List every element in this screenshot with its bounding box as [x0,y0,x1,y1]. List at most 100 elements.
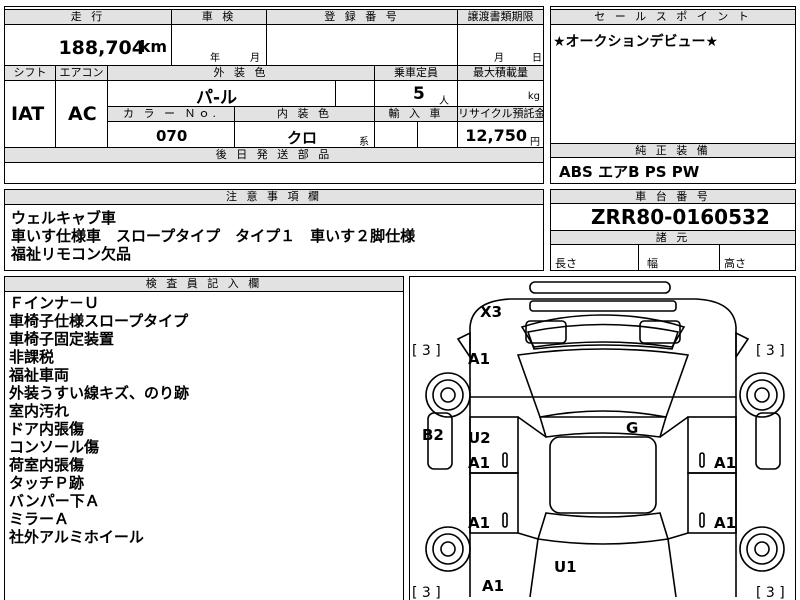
interior-color-header: 内 装 色 [234,106,375,122]
inspector-lines: Ｆインナ－Ｕ 車椅子仕様スロープタイプ 車椅子固定装置 非課税 福祉車両 外装う… [9,294,189,546]
import-sub-cell [417,121,458,148]
inspector-line: 福祉車両 [9,366,70,384]
front-left-wheel-icon [425,372,471,418]
interior-color-value: クロ [287,129,318,147]
notes-header: 注 意 事 項 欄 [4,189,544,205]
aircon-header: エアコン [55,65,108,81]
recycle-header: リサイクル預託金 [457,106,544,122]
equipment-box: 純 正 装 備 ABS エアB PS PW [550,143,796,184]
inspection-cell: 年 月 [171,24,267,66]
mark-x3: X3 [480,303,502,321]
tire-mark-front-right: [ 3 ] [756,343,785,359]
mark-a1-left-rear-door: A1 [468,514,490,532]
exterior-color-cell: パ-ル [107,80,336,107]
width-label: 幅 [647,257,658,270]
car-diagram: X3 A1 B2 U2 A1 A1 A1 G A1 A1 U1 [ 3 ] [ … [412,281,785,600]
shift-cell: IAT [4,80,56,148]
registration-header: 登 録 番 号 [266,9,458,25]
transfer-month-label: 月 [494,53,504,64]
roof-outline [516,348,690,418]
color-no-cell: 070 [107,121,235,148]
aircon-cell: AC [55,80,108,148]
shift-header: シフト [4,65,56,81]
front-body-outline [469,298,737,398]
notes-line: 福祉リモコン欠品 [11,245,132,263]
length-label: 長さ [555,257,577,270]
mark-a1-front-left: A1 [468,350,490,368]
max-load-unit: kg [527,91,540,102]
inspector-line: 外装うすい線キズ、のり跡 [9,384,190,402]
exterior-color-sub-cell [335,80,375,107]
exterior-color-value: パ-ル [196,88,238,107]
capacity-unit: 人 [439,96,449,107]
vehicle-info-table: 走 行 車 検 登 録 番 号 譲渡書類期限 188,704 km 年 月 月 … [4,6,544,184]
interior-color-suffix: 系 [359,137,369,148]
sales-point-header: セ ー ル ス ポ イ ン ト [550,9,796,25]
tire-mark-front-left: [ 3 ] [412,343,441,359]
mileage-cell: 188,704 km [4,24,172,66]
rear-window-outline [536,512,670,545]
mark-a1-left-front-door: A1 [468,454,490,472]
sales-point-text: ★オークションデビュー★ [553,34,719,50]
front-right-wheel-icon [739,372,785,418]
recycle-unit: 円 [530,137,540,148]
mark-a1-right-front-door: A1 [714,454,736,472]
mark-u1: U1 [554,558,577,576]
mileage-header: 走 行 [4,9,172,25]
import-header: 輸 入 車 [374,106,458,122]
inspector-line: 車椅子仕様スロープタイプ [9,312,189,330]
aircon-value: AC [68,103,97,125]
chassis-box: 車 台 番 号 ZRR80-0160532 諸 元 長さ 幅 高さ [550,189,796,271]
mark-g: G [626,419,638,437]
inspection-month-label: 月 [250,53,260,64]
rear-left-wheel-icon [425,526,471,572]
recycle-value: 12,750 [465,126,527,145]
transfer-day-label: 日 [532,53,542,64]
inspection-header: 車 検 [171,9,267,25]
interior-color-cell: クロ 系 [234,121,375,148]
recycle-cell: 12,750 円 [457,121,544,148]
inspection-year-label: 年 [210,53,220,64]
later-parts-cell [4,162,544,184]
right-fender-outline [755,412,781,470]
capacity-header: 乗車定員 [374,65,458,81]
inspector-line: 室内汚れ [9,402,70,420]
tire-mark-rear-right: [ 3 ] [756,585,785,600]
notes-line: ウェルキャブ車 [11,209,117,227]
front-window-outline [538,410,668,438]
length-cell: 長さ [550,244,639,271]
inspector-line: 荷室内張傷 [9,456,85,474]
inspector-line: バンパー下Ａ [9,492,100,510]
equipment-header: 純 正 装 備 [550,143,796,158]
mileage-value: 188,704 [58,37,145,59]
height-label: 高さ [724,257,746,270]
chassis-header: 車 台 番 号 [550,189,796,204]
front-bumper-outline [529,281,671,294]
sales-point-box: セ ー ル ス ポ イ ン ト ★オークションデビュー★ [550,6,796,144]
width-cell: 幅 [638,244,720,271]
shift-value: IAT [11,103,45,125]
inspector-line: タッチＰ跡 [9,474,85,492]
later-parts-header: 後 日 発 送 部 品 [4,147,544,163]
inspector-box: 検 査 員 記 入 欄 Ｆインナ－Ｕ 車椅子仕様スロープタイプ 車椅子固定装置 … [4,276,404,600]
inspector-line: 車椅子固定装置 [9,330,115,348]
transfer-header: 譲渡書類期限 [457,9,544,25]
exterior-color-header: 外 装 色 [107,65,375,81]
mark-a1-rear-left: A1 [482,577,504,595]
color-no-value: 070 [156,127,188,145]
notes-line: 車いす仕様車 スロープタイプ タイプ１ 車いす２脚仕様 [11,227,416,245]
inspector-line: ドア内張傷 [9,420,85,438]
inspector-line: Ｆインナ－Ｕ [9,294,100,312]
registration-cell [266,24,458,66]
inspector-line: コンソール傷 [9,438,100,456]
equipment-items: ABS エアB PS PW [559,163,700,181]
roof-panel-outline [549,436,657,514]
notes-box: 注 意 事 項 欄 ウェルキャブ車 車いす仕様車 スロープタイプ タイプ１ 車い… [4,189,544,271]
transfer-cell: 月 日 [457,24,544,66]
mark-a1-right-rear-door: A1 [714,514,736,532]
import-cell [374,121,418,148]
inspector-line: 非課税 [9,348,55,366]
inspector-line: 社外アルミホイール [9,528,144,546]
tire-mark-rear-left: [ 3 ] [412,585,441,600]
max-load-cell: kg [457,80,544,107]
